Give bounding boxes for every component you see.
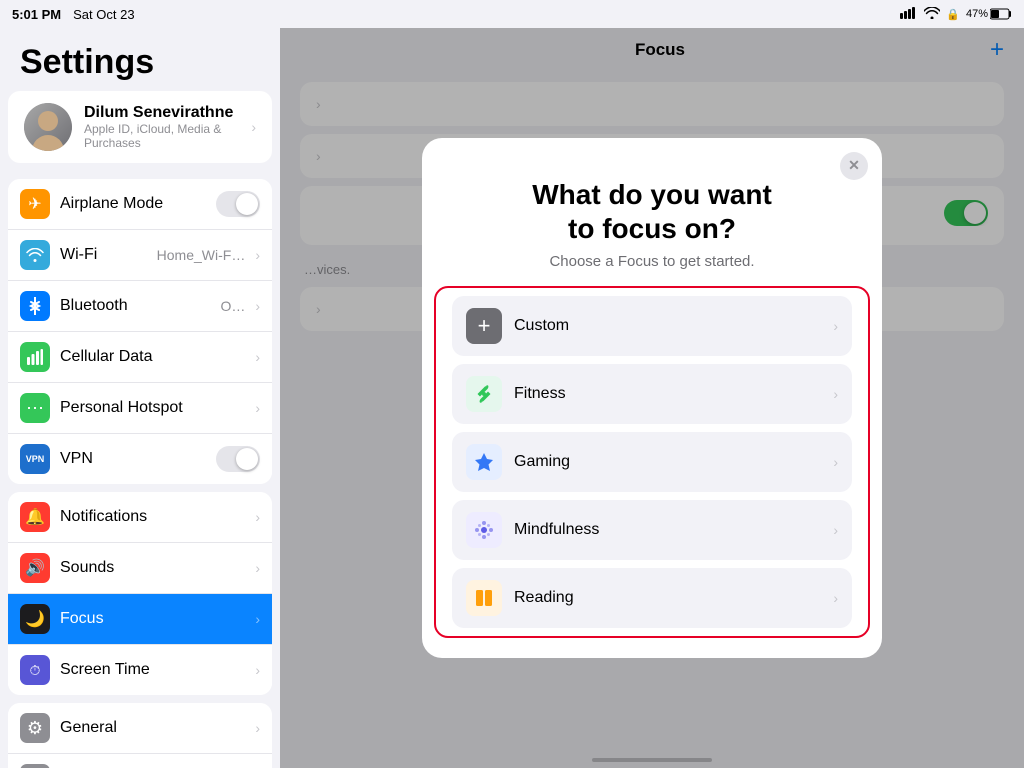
sidebar-item-vpn[interactable]: VPN VPN — [8, 434, 272, 484]
sidebar-header: Settings — [0, 28, 280, 91]
vpn-toggle[interactable] — [216, 446, 260, 472]
sidebar-item-notifications[interactable]: 🔔 Notifications › — [8, 492, 272, 543]
notifications-section: 🔔 Notifications › 🔊 Sounds › 🌙 Focus › ⏱… — [8, 492, 272, 695]
vpn-icon: VPN — [20, 444, 50, 474]
signal-icon — [900, 7, 918, 22]
mindfulness-icon — [466, 512, 502, 548]
status-time: 5:01 PM — [12, 7, 61, 22]
user-profile-row[interactable]: Dilum Senevirathne Apple ID, iCloud, Med… — [8, 91, 272, 163]
modal-subtitle: Choose a Focus to get started. — [462, 253, 842, 270]
main-panel: Focus + › › …vices. › ✕ — [280, 28, 1024, 768]
sidebar-item-cellular[interactable]: Cellular Data › — [8, 332, 272, 383]
sidebar-item-wifi[interactable]: Wi-Fi Home_Wi-F… › — [8, 230, 272, 281]
wifi-icon — [924, 6, 940, 22]
focus-option-fitness-label: Fitness — [514, 385, 821, 403]
sidebar-item-bluetooth-label: Bluetooth — [60, 297, 210, 315]
sidebar-item-bluetooth-value: O… — [220, 298, 245, 314]
custom-icon: + — [466, 308, 502, 344]
bluetooth-icon — [20, 291, 50, 321]
hotspot-icon: ⋯ — [20, 393, 50, 423]
general-section: ⚙ General › ⊞ Control Center › AA Displa… — [8, 703, 272, 768]
wifi-menu-icon — [20, 240, 50, 270]
status-icons: 🔒 47% — [900, 6, 1012, 22]
sidebar-item-screentime-label: Screen Time — [60, 661, 245, 679]
modal-overlay: ✕ What do you wantto focus on? Choose a … — [280, 28, 1024, 768]
gaming-chevron: › — [833, 454, 838, 470]
focus-option-mindfulness-label: Mindfulness — [514, 521, 821, 539]
sidebar-item-hotspot[interactable]: ⋯ Personal Hotspot › — [8, 383, 272, 434]
focus-option-fitness[interactable]: Fitness › — [452, 364, 852, 424]
sidebar-item-wifi-value: Home_Wi-F… — [157, 247, 246, 263]
avatar — [24, 103, 72, 151]
settings-title: Settings — [20, 44, 260, 81]
sidebar: Settings Dilum Senevirathne Apple ID, iC… — [0, 28, 280, 768]
sidebar-item-controlcenter[interactable]: ⊞ Control Center › — [8, 754, 272, 768]
mindfulness-chevron: › — [833, 522, 838, 538]
cellular-icon — [20, 342, 50, 372]
focus-option-gaming-label: Gaming — [514, 453, 821, 471]
airplane-icon: ✈ — [20, 189, 50, 219]
status-date: Sat Oct 23 — [73, 7, 134, 22]
focus-option-gaming[interactable]: Gaming › — [452, 432, 852, 492]
screentime-chevron: › — [255, 662, 260, 678]
custom-chevron: › — [833, 318, 838, 334]
screentime-icon: ⏱ — [20, 655, 50, 685]
focus-option-custom[interactable]: + Custom › — [452, 296, 852, 356]
general-chevron: › — [255, 720, 260, 736]
focus-option-reading-label: Reading — [514, 589, 821, 607]
sidebar-item-airplane[interactable]: ✈ Airplane Mode — [8, 179, 272, 230]
sidebar-item-general-label: General — [60, 719, 245, 737]
bluetooth-chevron: › — [255, 298, 260, 314]
sounds-chevron: › — [255, 560, 260, 576]
modal-header: What do you wantto focus on? Choose a Fo… — [422, 138, 882, 286]
sidebar-item-vpn-label: VPN — [60, 450, 206, 468]
sidebar-item-focus-label: Focus — [60, 610, 245, 628]
focus-option-mindfulness[interactable]: Mindfulness › — [452, 500, 852, 560]
focus-option-reading[interactable]: Reading › — [452, 568, 852, 628]
sidebar-item-focus[interactable]: 🌙 Focus › — [8, 594, 272, 645]
status-bar: 5:01 PM Sat Oct 23 🔒 47% — [0, 0, 1024, 28]
focus-icon: 🌙 — [20, 604, 50, 634]
sidebar-item-airplane-label: Airplane Mode — [60, 195, 206, 213]
focus-modal: ✕ What do you wantto focus on? Choose a … — [422, 138, 882, 658]
airplane-toggle[interactable] — [216, 191, 260, 217]
sidebar-item-hotspot-label: Personal Hotspot — [60, 399, 245, 417]
fitness-icon — [466, 376, 502, 412]
general-icon: ⚙ — [20, 713, 50, 743]
cellular-chevron: › — [255, 349, 260, 365]
user-name: Dilum Senevirathne — [84, 104, 239, 122]
controlcenter-icon: ⊞ — [20, 764, 50, 768]
focus-option-custom-label: Custom — [514, 317, 821, 335]
sounds-icon: 🔊 — [20, 553, 50, 583]
wifi-chevron: › — [255, 247, 260, 263]
reading-chevron: › — [833, 590, 838, 606]
sidebar-item-general[interactable]: ⚙ General › — [8, 703, 272, 754]
battery-icon: 47% — [966, 8, 1012, 20]
user-subtitle: Apple ID, iCloud, Media & Purchases — [84, 122, 239, 150]
user-info: Dilum Senevirathne Apple ID, iCloud, Med… — [84, 104, 239, 150]
focus-chevron: › — [255, 611, 260, 627]
sidebar-item-bluetooth[interactable]: Bluetooth O… › — [8, 281, 272, 332]
notifications-chevron: › — [255, 509, 260, 525]
sidebar-item-cellular-label: Cellular Data — [60, 348, 245, 366]
sidebar-item-notifications-label: Notifications — [60, 508, 245, 526]
notifications-icon: 🔔 — [20, 502, 50, 532]
sidebar-item-sounds[interactable]: 🔊 Sounds › — [8, 543, 272, 594]
sidebar-item-wifi-label: Wi-Fi — [60, 246, 147, 264]
sidebar-item-screentime[interactable]: ⏱ Screen Time › — [8, 645, 272, 695]
reading-icon — [466, 580, 502, 616]
user-chevron: › — [251, 119, 256, 135]
network-section: ✈ Airplane Mode Wi-Fi Home_Wi-F… › Bluet… — [8, 179, 272, 484]
modal-title: What do you wantto focus on? — [462, 178, 842, 245]
gaming-icon — [466, 444, 502, 480]
focus-options-list: + Custom › Fitness › — [434, 286, 870, 638]
sidebar-item-sounds-label: Sounds — [60, 559, 245, 577]
app-layout: Settings Dilum Senevirathne Apple ID, iC… — [0, 28, 1024, 768]
modal-close-button[interactable]: ✕ — [840, 152, 868, 180]
fitness-chevron: › — [833, 386, 838, 402]
hotspot-chevron: › — [255, 400, 260, 416]
lock-icon: 🔒 — [946, 8, 960, 21]
